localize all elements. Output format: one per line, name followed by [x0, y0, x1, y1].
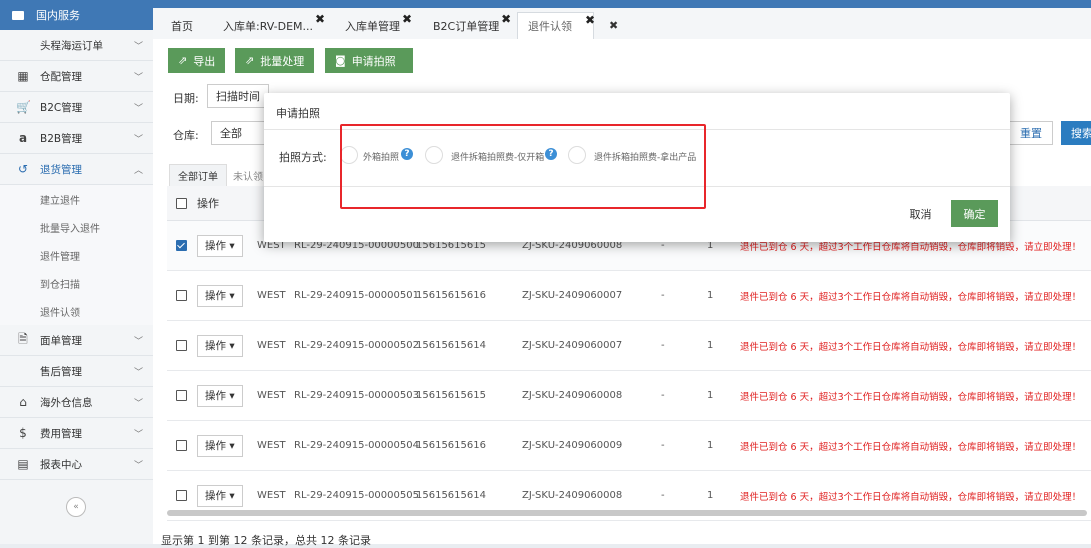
annotation-highlight-box	[340, 124, 706, 209]
photo-method-label: 拍照方式:	[279, 151, 327, 164]
dialog-title: 申请拍照	[276, 107, 320, 120]
modal-backdrop	[0, 0, 1091, 544]
cancel-button[interactable]: 取消	[898, 201, 943, 227]
confirm-button[interactable]: 确定	[951, 200, 998, 227]
